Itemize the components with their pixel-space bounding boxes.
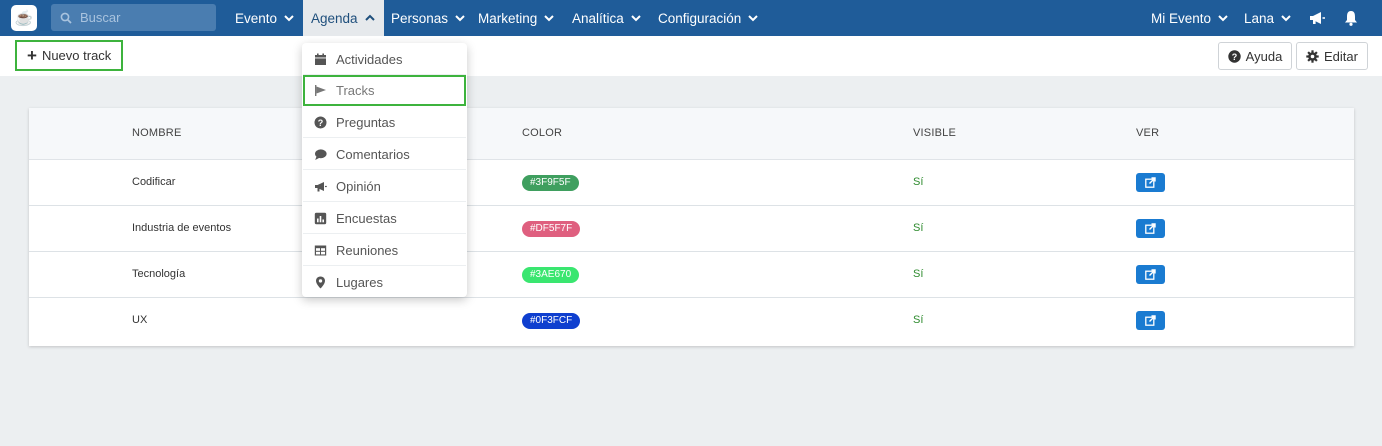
menu-item-label: Comentarios bbox=[336, 146, 410, 162]
menu-item-reuniones[interactable]: Reuniones bbox=[303, 235, 466, 266]
menu-item-label: Preguntas bbox=[336, 114, 396, 130]
external-link-icon bbox=[1145, 223, 1156, 234]
external-link-icon bbox=[1145, 177, 1156, 188]
external-link-icon bbox=[1145, 269, 1156, 280]
search-placeholder: Buscar bbox=[80, 10, 121, 25]
search-icon bbox=[60, 12, 72, 24]
edit-button[interactable]: Editar bbox=[1296, 42, 1368, 70]
menu-item-label: Lugares bbox=[336, 275, 383, 290]
view-button[interactable] bbox=[1136, 173, 1165, 192]
table-header: NOMBRE COLOR VISIBLE VER bbox=[29, 108, 1354, 160]
gear-icon bbox=[1306, 49, 1319, 63]
nav-menu-label: Analítica bbox=[572, 10, 624, 26]
menu-item-label: Tracks bbox=[336, 83, 375, 98]
edit-label: Editar bbox=[1324, 48, 1358, 64]
column-header-visible[interactable]: VISIBLE bbox=[913, 127, 956, 139]
chevron-down-icon bbox=[630, 12, 642, 24]
view-button[interactable] bbox=[1136, 219, 1165, 238]
megaphone-icon bbox=[315, 181, 327, 191]
menu-item-comentarios[interactable]: Comentarios bbox=[303, 139, 466, 170]
menu-item-encuestas[interactable]: Encuestas bbox=[303, 203, 466, 234]
help-label: Ayuda bbox=[1245, 48, 1283, 64]
menu-item-label: Opinión bbox=[336, 178, 381, 194]
chevron-down-icon bbox=[543, 12, 555, 24]
visible-value: Sí bbox=[913, 222, 924, 234]
menu-item-label: Reuniones bbox=[336, 242, 399, 258]
color-badge: #3F9F5F bbox=[522, 175, 579, 191]
view-button[interactable] bbox=[1136, 311, 1165, 330]
svg-text:?: ? bbox=[318, 118, 324, 128]
nav-menu-label: Evento bbox=[235, 10, 278, 26]
chevron-down-icon bbox=[1280, 12, 1292, 24]
comment-icon bbox=[315, 148, 327, 160]
plus-icon: + bbox=[27, 46, 37, 65]
nav-menu-configuracion[interactable]: Configuración bbox=[658, 0, 759, 36]
visible-value: Sí bbox=[913, 314, 924, 326]
table-row[interactable]: Industria de eventos #DF5F7F Sí bbox=[29, 206, 1354, 252]
new-track-button[interactable]: + Nuevo track bbox=[15, 40, 123, 71]
color-badge: #3AE670 bbox=[522, 267, 580, 283]
search-box[interactable]: Buscar bbox=[51, 4, 216, 31]
nav-menu-label: Marketing bbox=[478, 10, 538, 26]
table-grid-icon bbox=[314, 245, 327, 255]
nav-menu-label: Mi Evento bbox=[1151, 10, 1212, 26]
menu-item-label: Encuestas bbox=[336, 210, 397, 226]
calendar-icon bbox=[315, 53, 326, 65]
table-row[interactable]: Codificar #3F9F5F Sí bbox=[29, 160, 1354, 206]
view-button[interactable] bbox=[1136, 265, 1165, 284]
external-link-icon bbox=[1145, 315, 1156, 326]
nav-menu-label: Agenda bbox=[311, 10, 358, 26]
chevron-up-icon bbox=[364, 12, 376, 24]
nav-menu-marketing[interactable]: Marketing bbox=[478, 0, 555, 36]
table-row[interactable]: Tecnología #3AE670 Sí bbox=[29, 252, 1354, 298]
track-name: UX bbox=[132, 314, 148, 326]
megaphone-icon[interactable] bbox=[1308, 9, 1326, 27]
bar-chart-icon bbox=[314, 212, 327, 224]
nav-menu-language[interactable]: Lana bbox=[1244, 0, 1292, 36]
chevron-down-icon bbox=[454, 12, 466, 24]
top-nav: ☕ Buscar Evento Agenda Personas Marketin… bbox=[0, 0, 1382, 36]
nav-menu-label: Personas bbox=[391, 10, 449, 26]
svg-text:?: ? bbox=[1231, 52, 1237, 62]
new-track-label: Nuevo track bbox=[41, 48, 112, 63]
menu-item-actividades[interactable]: Actividades bbox=[303, 44, 466, 75]
agenda-dropdown-menu: Actividades Tracks ? Preguntas Comentari… bbox=[302, 43, 467, 297]
flag-icon bbox=[315, 85, 326, 96]
question-circle-icon: ? bbox=[314, 116, 327, 128]
help-button[interactable]: ? Ayuda bbox=[1218, 42, 1292, 70]
column-header-color[interactable]: COLOR bbox=[522, 127, 562, 139]
nav-menu-mi-evento[interactable]: Mi Evento bbox=[1151, 0, 1229, 36]
menu-item-opinion[interactable]: Opinión bbox=[303, 171, 466, 202]
nav-menu-personas[interactable]: Personas bbox=[391, 0, 466, 36]
logo-icon: ☕ bbox=[14, 9, 34, 27]
app-logo[interactable]: ☕ bbox=[11, 5, 37, 31]
chevron-down-icon bbox=[1217, 12, 1229, 24]
visible-value: Sí bbox=[913, 176, 924, 188]
visible-value: Sí bbox=[913, 268, 924, 280]
track-name: Industria de eventos bbox=[132, 222, 232, 234]
bell-icon[interactable] bbox=[1342, 9, 1360, 27]
map-marker-icon bbox=[316, 276, 325, 289]
nav-menu-agenda[interactable]: Agenda bbox=[303, 0, 384, 36]
nav-menu-analitica[interactable]: Analítica bbox=[572, 0, 642, 36]
nav-menu-label: Lana bbox=[1244, 10, 1275, 26]
tracks-table: NOMBRE COLOR VISIBLE VER Codificar #3F9F… bbox=[29, 108, 1354, 346]
column-header-name[interactable]: NOMBRE bbox=[132, 127, 181, 139]
chevron-down-icon bbox=[747, 12, 759, 24]
track-name: Tecnología bbox=[132, 268, 186, 280]
menu-item-tracks[interactable]: Tracks bbox=[303, 75, 466, 106]
menu-item-lugares[interactable]: Lugares bbox=[303, 267, 466, 298]
chevron-down-icon bbox=[283, 12, 295, 24]
track-name: Codificar bbox=[132, 176, 176, 188]
nav-menu-evento[interactable]: Evento bbox=[235, 0, 295, 36]
toolbar bbox=[0, 36, 1382, 76]
nav-menu-label: Configuración bbox=[658, 10, 742, 26]
color-badge: #DF5F7F bbox=[522, 221, 581, 237]
color-badge: #0F3FCF bbox=[522, 313, 581, 329]
column-header-view: VER bbox=[1136, 127, 1160, 139]
question-circle-icon: ? bbox=[1227, 49, 1241, 63]
table-row[interactable]: UX #0F3FCF Sí bbox=[29, 298, 1354, 344]
menu-item-preguntas[interactable]: ? Preguntas bbox=[303, 107, 466, 138]
menu-item-label: Actividades bbox=[336, 51, 403, 67]
